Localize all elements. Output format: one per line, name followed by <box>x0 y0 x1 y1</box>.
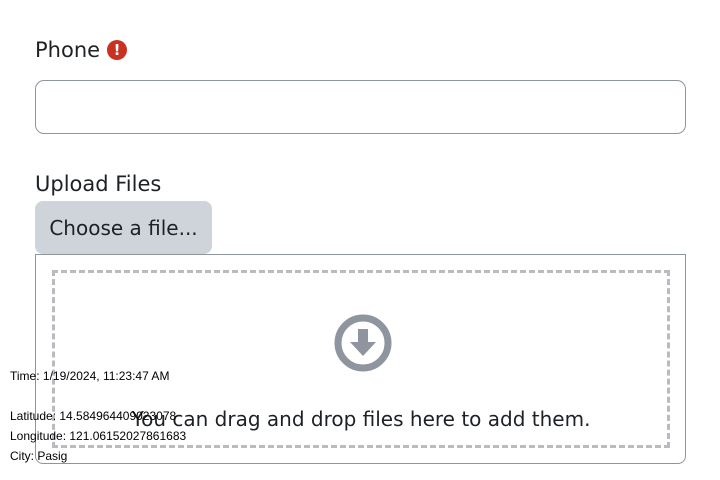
phone-label: Phone <box>35 38 101 62</box>
upload-files-label: Upload Files <box>35 172 162 196</box>
required-exclamation-icon: ! <box>107 40 128 60</box>
overlay-longitude: Longitude: 121.06152027861683 <box>10 429 187 443</box>
form-page: Phone ! Upload Files Choose a file... Yo… <box>0 0 720 480</box>
upload-files-label-row: Upload Files <box>35 172 161 196</box>
overlay-latitude: Latitude: 14.584964409023078 <box>10 409 177 423</box>
phone-input[interactable] <box>35 80 686 134</box>
phone-label-row: Phone ! <box>35 38 128 62</box>
download-circle-icon <box>334 314 392 372</box>
choose-file-button[interactable]: Choose a file... <box>35 201 212 254</box>
overlay-time: Time: 1/19/2024, 11:23:47 AM <box>10 369 170 383</box>
overlay-city: City: Pasig <box>10 449 68 463</box>
